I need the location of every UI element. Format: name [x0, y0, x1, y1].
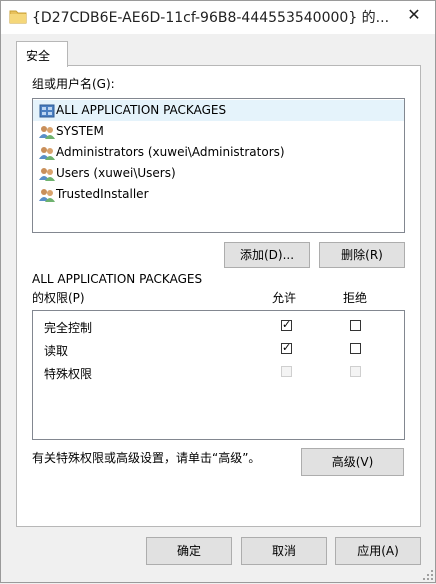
- permissions-subject: ALL APPLICATION PACKAGES: [32, 272, 203, 286]
- apply-button[interactable]: 应用(A): [335, 537, 421, 565]
- list-item[interactable]: Administrators (xuwei\Administrators): [33, 142, 404, 163]
- list-item-label: SYSTEM: [56, 124, 104, 138]
- deny-checkbox: [350, 366, 361, 377]
- folder-icon: [9, 8, 27, 24]
- deny-checkbox[interactable]: [350, 320, 361, 331]
- permissions-label: 的权限(P): [32, 291, 85, 305]
- close-button[interactable]: ✕: [399, 3, 429, 27]
- resize-grip-icon[interactable]: [422, 569, 434, 581]
- deny-column-header: 拒绝: [343, 291, 368, 305]
- allow-checkbox[interactable]: [281, 318, 292, 331]
- list-item[interactable]: SYSTEM: [33, 121, 404, 142]
- properties-dialog: {D27CDB6E-AE6D-11cf-96B8-444553540000} 的…: [0, 0, 436, 583]
- permission-name: 完全控制: [44, 321, 93, 335]
- ok-button[interactable]: 确定: [146, 537, 232, 565]
- list-item-label: Users (xuwei\Users): [56, 166, 176, 180]
- list-item[interactable]: ALL APPLICATION PACKAGES: [33, 100, 404, 121]
- permission-name: 特殊权限: [44, 367, 93, 381]
- cancel-button[interactable]: 取消: [241, 537, 327, 565]
- users-icon: [39, 124, 55, 140]
- permission-row: 完全控制: [33, 315, 404, 337]
- tab-security[interactable]: 安全: [16, 41, 68, 67]
- tab-label: 安全: [26, 49, 51, 63]
- list-item-label: Administrators (xuwei\Administrators): [56, 145, 285, 159]
- permission-row: 特殊权限: [33, 361, 404, 383]
- remove-button[interactable]: 删除(R): [319, 242, 405, 268]
- deny-checkbox[interactable]: [350, 343, 361, 354]
- list-item-label: TrustedInstaller: [56, 187, 149, 201]
- users-icon: [39, 145, 55, 161]
- list-item[interactable]: Users (xuwei\Users): [33, 163, 404, 184]
- title-bar[interactable]: {D27CDB6E-AE6D-11cf-96B8-444553540000} 的…: [1, 1, 435, 34]
- advanced-button[interactable]: 高级(V): [301, 448, 404, 476]
- allow-column-header: 允许: [272, 291, 297, 305]
- groups-label: 组或用户名(G):: [32, 77, 115, 91]
- permissions-list: 完全控制 读取 特殊权限: [32, 310, 405, 440]
- permission-row: 读取: [33, 338, 404, 360]
- allow-checkbox: [281, 366, 292, 377]
- groups-listbox[interactable]: ALL APPLICATION PACKAGES SYSTEM Administ…: [32, 98, 405, 233]
- add-button[interactable]: 添加(D)...: [224, 242, 310, 268]
- window-title: {D27CDB6E-AE6D-11cf-96B8-444553540000} 的…: [32, 10, 390, 26]
- list-item-label: ALL APPLICATION PACKAGES: [56, 103, 227, 117]
- users-icon: [39, 187, 55, 203]
- users-icon: [39, 166, 55, 182]
- close-icon: ✕: [407, 5, 421, 24]
- permission-name: 读取: [44, 344, 69, 358]
- app-packages-icon: [39, 103, 55, 119]
- advanced-hint: 有关特殊权限或高级设置，请单击“高级”。: [32, 451, 261, 465]
- allow-checkbox[interactable]: [281, 341, 292, 354]
- list-item[interactable]: TrustedInstaller: [33, 184, 404, 205]
